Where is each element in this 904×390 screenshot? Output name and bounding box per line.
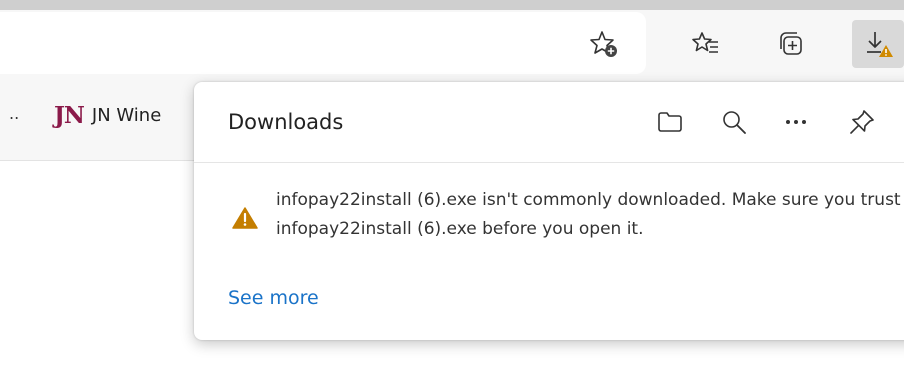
folder-icon xyxy=(658,112,682,132)
favorites-list-icon xyxy=(692,32,718,53)
favorites-button[interactable] xyxy=(680,20,732,68)
panel-title: Downloads xyxy=(228,110,344,134)
more-icon xyxy=(786,120,806,124)
collections-button[interactable] xyxy=(766,20,818,68)
see-more-link[interactable]: See more xyxy=(228,287,319,309)
downloads-panel: Downloads infopay22install (6).exe isn't… xyxy=(194,82,904,340)
downloads-panel-header: Downloads xyxy=(194,82,904,163)
search-icon xyxy=(723,111,746,134)
window-top-strip xyxy=(0,0,904,10)
pin-icon xyxy=(850,110,874,134)
address-bar[interactable] xyxy=(0,12,646,74)
jn-logo-icon: JN xyxy=(54,102,85,129)
bookmark-jn-wine[interactable]: JN JN Wine xyxy=(54,102,161,129)
bookmarks-overflow[interactable]: .. xyxy=(9,104,19,123)
warning-message: infopay22install (6).exe isn't commonly … xyxy=(276,190,901,239)
open-folder-button[interactable] xyxy=(652,104,688,140)
warning-icon xyxy=(232,207,258,229)
search-downloads-button[interactable] xyxy=(716,104,752,140)
download-warning-icon xyxy=(867,32,893,57)
collections-icon xyxy=(780,32,802,55)
pin-panel-button[interactable] xyxy=(844,104,880,140)
bookmark-label: JN Wine xyxy=(91,105,162,126)
downloads-button[interactable] xyxy=(852,20,904,68)
more-options-button[interactable] xyxy=(778,104,814,140)
star-plus-icon xyxy=(590,31,617,57)
add-favorite-button[interactable] xyxy=(578,20,630,68)
